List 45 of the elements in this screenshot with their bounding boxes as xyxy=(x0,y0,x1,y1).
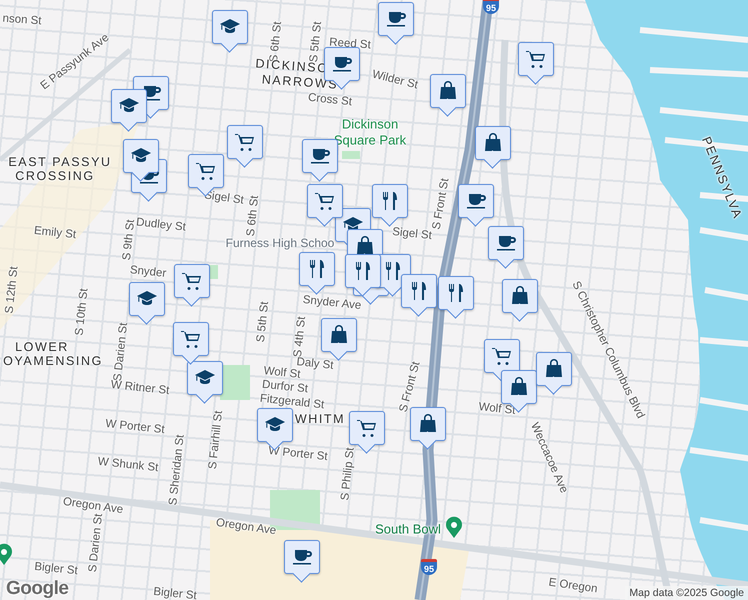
street-label: S Front St xyxy=(398,360,422,414)
street-label: Oregon Ave xyxy=(215,516,277,538)
street-label: W Ritner St xyxy=(110,378,170,398)
street-label: E Oregon xyxy=(548,576,598,596)
street-label: Reed St xyxy=(328,36,372,52)
area-label: WHITM xyxy=(294,412,346,426)
highway-shield: 95 xyxy=(483,0,499,14)
park-label: Square Park xyxy=(334,132,406,148)
street-label: Sigel St xyxy=(392,226,432,242)
street-label: Emily St xyxy=(33,224,77,242)
street-label: Wolf St xyxy=(263,365,301,381)
attribution-text: Map data ©2025 Google xyxy=(625,586,748,600)
street-label: W Shunk St xyxy=(97,456,159,474)
street-label: Bigler St xyxy=(152,586,198,600)
highway-shield: 95 xyxy=(421,559,437,575)
street-label: Wilder St xyxy=(370,68,420,92)
street-label: Fitzgerald St xyxy=(259,392,325,412)
google-logo: Google xyxy=(6,579,68,599)
place-label: Furness High Schoo xyxy=(226,236,334,250)
street-label: Dudley St xyxy=(136,216,186,234)
street-label: S 6th St xyxy=(244,195,262,237)
area-label: LOWER xyxy=(15,340,69,354)
street-label: S 4th St xyxy=(292,316,308,358)
area-label: OYAMENSING xyxy=(3,354,103,368)
street-label: S Fairhill St xyxy=(206,410,226,470)
street-label: S Darien St xyxy=(86,513,106,573)
area-label: CROSSING xyxy=(15,169,95,183)
street-label: S 10th St xyxy=(74,288,90,336)
street-label: Durfor St xyxy=(262,378,308,396)
street-label: S Philip St xyxy=(339,446,357,502)
street-label: W Porter St xyxy=(104,418,166,436)
street-label: Snyder xyxy=(129,264,167,280)
place-label: South Bowl xyxy=(375,522,441,536)
street-label: S Sheridan St xyxy=(167,434,187,506)
street-label: Snyder Ave xyxy=(302,294,362,312)
park-label: Dickinson xyxy=(342,116,398,132)
street-label: S 5th St xyxy=(254,301,272,343)
street-label: nson St xyxy=(2,12,42,28)
street-label: S 12th St xyxy=(4,266,20,314)
street-label: Bigler St xyxy=(34,560,78,578)
street-label: Cross St xyxy=(307,92,353,108)
area-label: NARROWS xyxy=(261,72,339,92)
area-label: EAST PASSYU xyxy=(8,155,112,169)
street-label: S Front St xyxy=(430,177,452,231)
street-label: S 9th St xyxy=(120,219,138,261)
